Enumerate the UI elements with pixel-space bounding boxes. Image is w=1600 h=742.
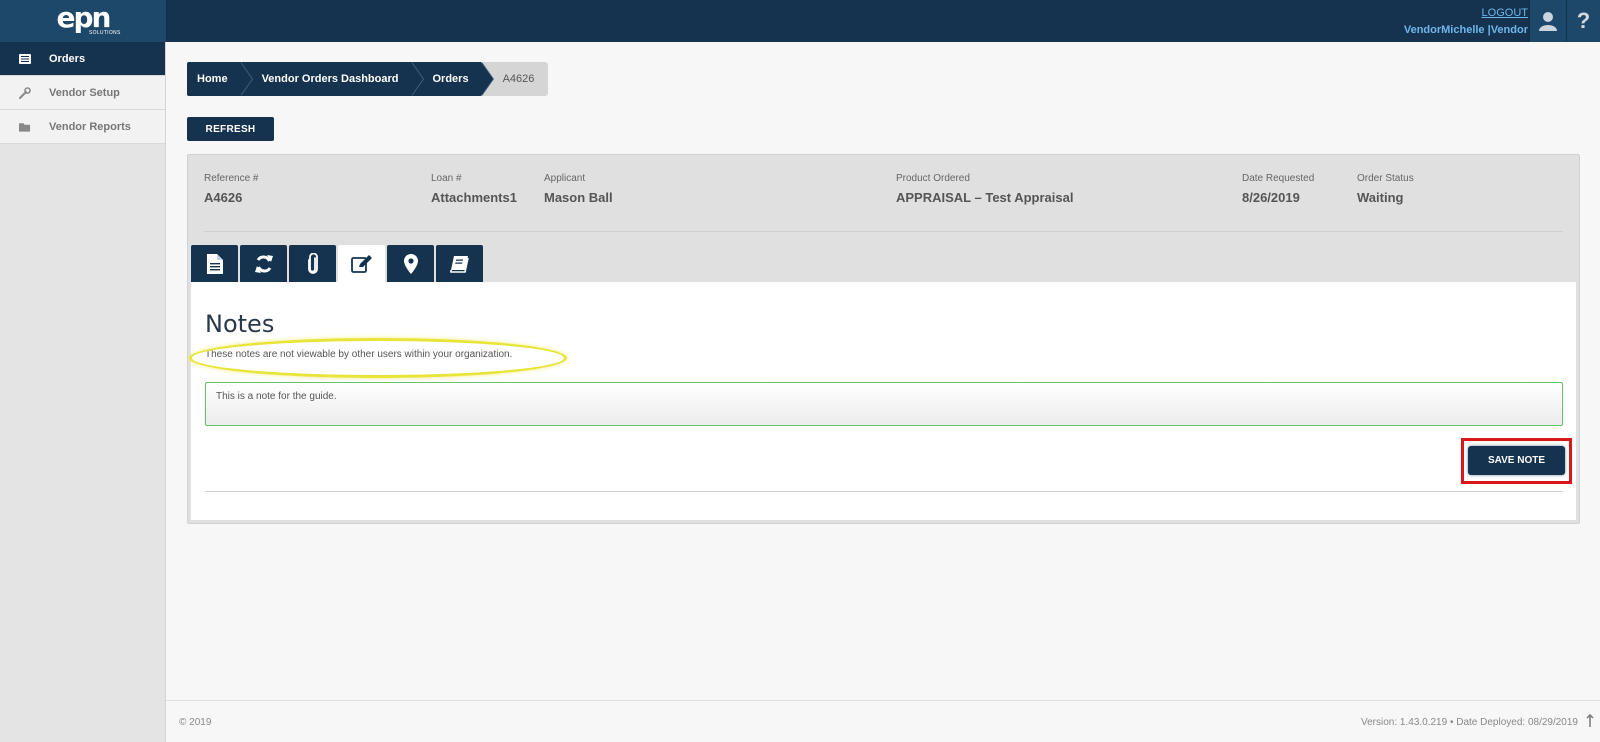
breadcrumb-vendor-orders-dashboard[interactable]: Vendor Orders Dashboard — [239, 62, 424, 96]
folder-icon — [19, 121, 31, 133]
scroll-top-icon[interactable] — [1586, 714, 1594, 728]
save-note-button[interactable]: SAVE NOTE — [1468, 446, 1565, 475]
help-icon: ? — [1576, 8, 1591, 33]
help-button[interactable]: ? — [1566, 0, 1600, 42]
top-bar: epn SOLUTIONS LOGOUT VendorMichelle |Ven… — [0, 0, 1600, 42]
logo-text: epn — [56, 1, 112, 34]
status-label: Order Status — [1357, 173, 1414, 184]
status-field: Order Status Waiting — [1357, 173, 1414, 205]
refresh-icon — [254, 254, 273, 273]
sidebar: Orders Vendor Setup Vendor Reports — [0, 42, 166, 742]
version-info: Version: 1.43.0.219 • Date Deployed: 08/… — [1361, 717, 1578, 728]
status-value: Waiting — [1357, 190, 1404, 205]
loan-value: Attachments1 — [431, 190, 517, 205]
logout-link[interactable]: LOGOUT — [1404, 6, 1528, 20]
user-line: VendorMichelle |Vendor — [1404, 23, 1528, 37]
highlight-oval-annotation — [189, 338, 567, 378]
reference-field: Reference # A4626 — [204, 173, 258, 205]
tab-details[interactable] — [191, 245, 238, 282]
tab-location[interactable] — [387, 245, 434, 282]
order-tabs — [191, 245, 485, 282]
breadcrumb: Home Vendor Orders Dashboard Orders A462… — [187, 62, 549, 96]
user-icon — [1539, 12, 1557, 31]
date-value: 8/26/2019 — [1242, 190, 1300, 205]
order-panel: Reference # A4626 Loan # Attachments1 Ap… — [187, 154, 1580, 524]
reference-value: A4626 — [204, 190, 243, 205]
edit-icon — [350, 254, 372, 273]
username: VendorMichelle — [1403, 24, 1485, 36]
loan-label: Loan # — [431, 173, 462, 184]
notes-panel: Notes These notes are not viewable by ot… — [189, 282, 1576, 520]
date-label: Date Requested — [1242, 173, 1315, 184]
footer: © 2019 Version: 1.43.0.219 • Date Deploy… — [166, 700, 1600, 742]
sidebar-item-label: Orders — [49, 52, 86, 65]
applicant-value: Mason Ball — [544, 190, 613, 205]
tab-notes[interactable] — [338, 245, 385, 282]
panel-divider — [204, 231, 1563, 232]
product-label: Product Ordered — [896, 173, 970, 184]
refresh-button[interactable]: REFRESH — [187, 117, 274, 141]
product-field: Product Ordered APPRAISAL – Test Apprais… — [896, 173, 1073, 205]
tab-attachments[interactable] — [289, 245, 336, 282]
paperclip-icon — [307, 252, 318, 274]
user-role: Vendor — [1490, 24, 1528, 36]
sidebar-item-vendor-reports[interactable]: Vendor Reports — [0, 110, 165, 144]
breadcrumb-home[interactable]: Home — [187, 62, 253, 96]
wrench-icon — [19, 86, 31, 99]
date-field: Date Requested 8/26/2019 — [1242, 173, 1314, 205]
product-value: APPRAISAL – Test Appraisal — [896, 190, 1074, 205]
reference-label: Reference # — [204, 173, 259, 184]
notes-title: Notes — [205, 310, 275, 338]
content-divider — [205, 491, 1563, 492]
book-icon — [449, 255, 469, 273]
user-profile-button[interactable] — [1530, 0, 1566, 42]
list-icon — [19, 53, 31, 65]
copyright: © 2019 — [179, 717, 212, 728]
applicant-label: Applicant — [544, 173, 586, 184]
applicant-field: Applicant Mason Ball — [544, 173, 613, 205]
logo-subtext: SOLUTIONS — [89, 30, 121, 36]
sidebar-item-vendor-setup[interactable]: Vendor Setup — [0, 76, 165, 110]
tab-documents[interactable] — [436, 245, 483, 282]
document-icon — [206, 253, 223, 274]
user-info: LOGOUT VendorMichelle |Vendor — [1404, 6, 1528, 37]
note-textarea[interactable]: This is a note for the guide. — [205, 382, 1563, 426]
loan-field: Loan # Attachments1 — [431, 173, 517, 205]
sidebar-item-label: Vendor Setup — [49, 86, 120, 99]
sidebar-item-label: Vendor Reports — [49, 120, 131, 133]
sidebar-item-orders[interactable]: Orders — [0, 42, 165, 76]
logo[interactable]: epn SOLUTIONS — [0, 0, 166, 42]
map-marker-icon — [403, 253, 418, 274]
tab-history[interactable] — [240, 245, 287, 282]
